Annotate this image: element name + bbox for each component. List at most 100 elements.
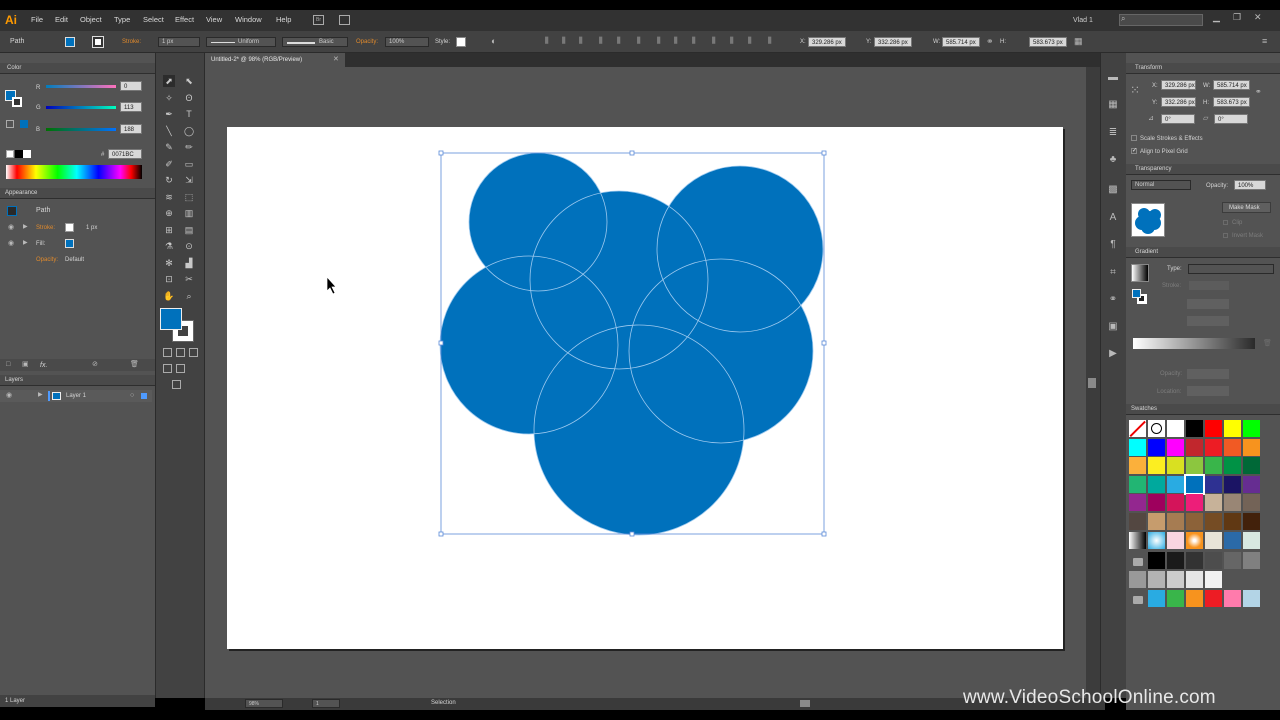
gradient-opacity-field[interactable] [1187, 369, 1229, 379]
pattern-swatch-dots[interactable] [1205, 532, 1222, 549]
swatch[interactable] [1243, 552, 1260, 569]
pattern-swatch-radial[interactable] [1148, 532, 1165, 549]
align-pixel-grid-checkbox[interactable]: ✓ [1131, 148, 1137, 154]
scale-strokes-checkbox[interactable] [1131, 135, 1137, 141]
delete-stop-icon[interactable]: 🗑 [1263, 340, 1272, 347]
swatch[interactable] [1224, 513, 1241, 530]
gradient-slider[interactable] [1133, 338, 1255, 349]
tf-angle-field[interactable]: 0° [1161, 114, 1195, 124]
pattern-swatch-orange[interactable] [1186, 532, 1203, 549]
swatch[interactable] [1167, 494, 1184, 512]
artboard-nav-field[interactable]: 1 [312, 699, 340, 708]
swatch[interactable] [1167, 552, 1184, 569]
swatch[interactable] [1184, 473, 1205, 495]
swatch[interactable] [1186, 438, 1203, 456]
tf-w-field[interactable]: 585.714 px [1213, 80, 1250, 90]
swatch[interactable] [1129, 457, 1146, 475]
swatch[interactable] [1148, 438, 1165, 456]
swatch[interactable] [1186, 513, 1203, 530]
swatch[interactable] [1205, 571, 1222, 588]
swatch[interactable] [1205, 513, 1222, 530]
swatch[interactable] [1224, 457, 1241, 475]
swatch[interactable] [1167, 513, 1184, 530]
swatch[interactable] [1224, 494, 1241, 512]
symbols-strip-icon[interactable]: ♣ [1106, 155, 1120, 165]
swatch[interactable] [1167, 438, 1184, 456]
constrain-link-icon[interactable]: ⚭ [1255, 88, 1262, 96]
swatch[interactable] [1148, 590, 1165, 607]
swatch[interactable] [1129, 438, 1146, 456]
status-tool-label[interactable]: Selection [431, 700, 456, 706]
transparency-panel-header[interactable]: Transparency [1126, 164, 1280, 175]
swatch[interactable] [1148, 494, 1165, 512]
gradient-aspect-field[interactable] [1187, 316, 1229, 326]
swatch[interactable] [1243, 457, 1260, 475]
swatch[interactable] [1148, 475, 1165, 493]
swatch[interactable] [1167, 475, 1184, 493]
swatch[interactable] [1186, 457, 1203, 475]
swatch[interactable] [1205, 438, 1222, 456]
swatch[interactable] [1205, 457, 1222, 475]
vertical-scroll-thumb[interactable] [1088, 378, 1096, 388]
play-strip-icon[interactable]: ▶ [1106, 349, 1120, 359]
swatch[interactable] [1243, 420, 1260, 437]
swatch[interactable] [1243, 513, 1260, 530]
brushes-strip-icon[interactable]: ≣ [1106, 128, 1120, 138]
gradient-type-dropdown[interactable] [1188, 264, 1274, 274]
transparency-opacity-field[interactable]: 100% [1234, 180, 1266, 190]
clip-checkbox[interactable] [1223, 220, 1228, 225]
swatch[interactable] [1129, 420, 1146, 437]
reference-point-icon[interactable]: ⁙ [1130, 84, 1140, 96]
swatch[interactable] [1205, 590, 1222, 607]
swatch[interactable] [1167, 571, 1184, 588]
swatch[interactable] [1148, 420, 1165, 437]
horizontal-scroll-thumb[interactable] [800, 700, 810, 707]
swatch[interactable] [1167, 590, 1184, 607]
transform-panel-header[interactable]: Transform [1126, 63, 1280, 74]
tf-shear-field[interactable]: 0° [1214, 114, 1248, 124]
blend-mode-dropdown[interactable]: Normal [1131, 180, 1191, 190]
swatch[interactable] [1224, 590, 1241, 607]
swatch[interactable] [1186, 552, 1203, 569]
tf-x-field[interactable]: 329.286 px [1161, 80, 1196, 90]
swatches-panel-header[interactable]: Swatches [1126, 404, 1280, 415]
swatch[interactable] [1243, 475, 1260, 493]
pathfinder-strip-icon[interactable]: ▣ [1106, 322, 1120, 332]
swatch[interactable] [1224, 420, 1241, 437]
pattern-swatch-leaf[interactable] [1243, 532, 1260, 549]
swatch[interactable] [1148, 552, 1165, 569]
gradient-angle-field[interactable] [1187, 299, 1229, 309]
character-strip-icon[interactable]: A [1106, 213, 1120, 223]
tf-h-field[interactable]: 583.673 px [1213, 97, 1250, 107]
swatches-strip-icon[interactable]: ▦ [1106, 100, 1120, 110]
swatch[interactable] [1129, 494, 1146, 512]
tf-y-field[interactable]: 332.286 px [1161, 97, 1196, 107]
swatch[interactable] [1205, 494, 1222, 512]
swatch[interactable] [1243, 494, 1260, 512]
swatch[interactable] [1129, 571, 1146, 588]
invert-mask-checkbox[interactable] [1223, 233, 1228, 238]
swatch[interactable] [1224, 552, 1241, 569]
gradient-panel-header[interactable]: Gradient [1126, 247, 1280, 258]
swatch[interactable] [1224, 438, 1241, 456]
swatch[interactable] [1186, 494, 1203, 512]
swatch[interactable] [1205, 552, 1222, 569]
paragraph-strip-icon[interactable]: ¶ [1106, 240, 1120, 250]
gradient-location-field[interactable] [1187, 386, 1229, 396]
pattern-swatch-pink[interactable] [1167, 532, 1184, 549]
gradient-fill-proxy[interactable] [1132, 289, 1141, 298]
swatch[interactable] [1186, 571, 1203, 588]
graphic-styles-strip-icon[interactable]: ▩ [1106, 185, 1120, 195]
zoom-field[interactable]: 98% [245, 699, 283, 708]
pattern-swatch-gradient[interactable] [1129, 532, 1146, 549]
color-guide-icon[interactable]: ▬ [1106, 73, 1120, 83]
swatch[interactable] [1205, 420, 1222, 437]
swatch[interactable] [1167, 457, 1184, 475]
swatch[interactable] [1243, 590, 1260, 607]
swatch[interactable] [1205, 475, 1222, 493]
swatch[interactable] [1148, 513, 1165, 530]
swatch[interactable] [1148, 571, 1165, 588]
toolbox-fill-box[interactable] [160, 308, 182, 330]
links-strip-icon[interactable]: ⚭ [1106, 295, 1120, 305]
swatch[interactable] [1148, 457, 1165, 475]
